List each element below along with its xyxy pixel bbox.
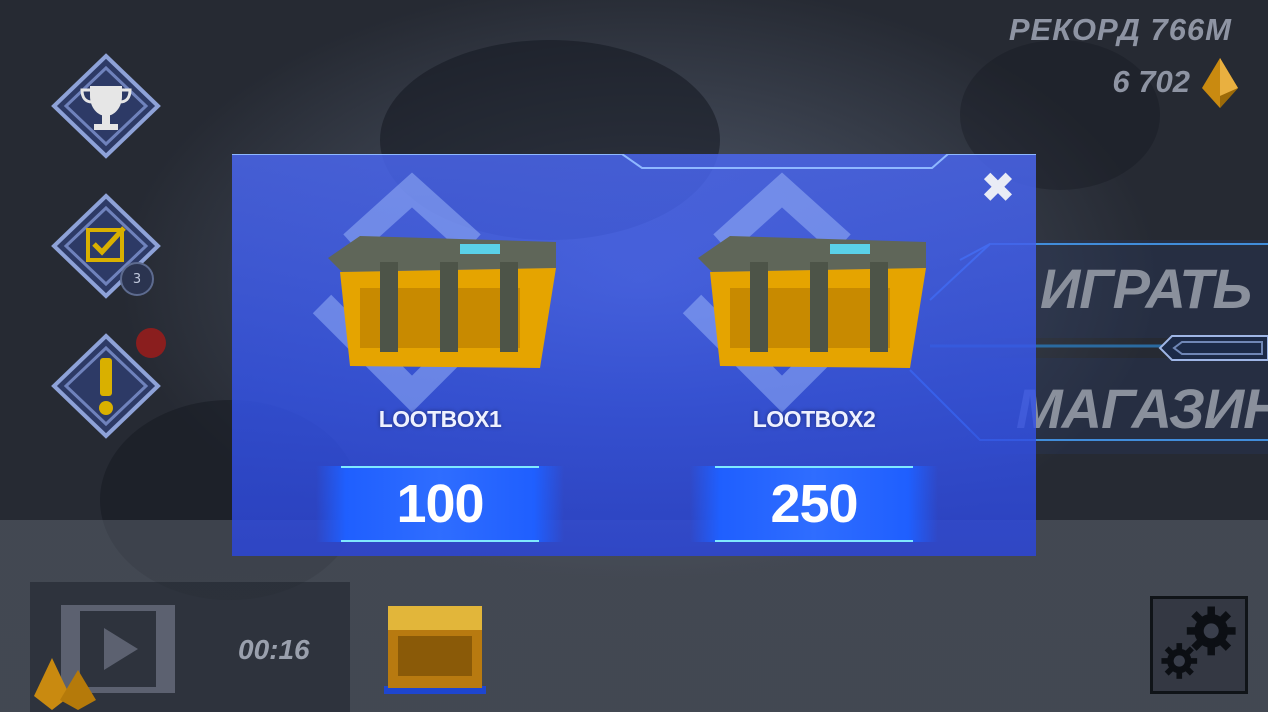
tasks-count-badge: 3 (120, 262, 154, 296)
gear-icon (1161, 606, 1236, 679)
achievements-button[interactable] (50, 52, 162, 160)
menu-divider-handle (1158, 335, 1268, 361)
lootbox-modal: LOOTBOX1 100 LOOTBOX2 250 (232, 154, 1036, 556)
video-timer: 00:16 (238, 634, 310, 665)
settings-button[interactable] (1150, 596, 1248, 694)
buy-lootbox-2-button[interactable]: 250 (690, 466, 938, 542)
notification-dot (136, 328, 166, 358)
record-distance: РЕКОРД 766М (1008, 12, 1232, 47)
lootbox-card-2[interactable]: LOOTBOX2 250 (664, 154, 964, 556)
close-icon[interactable]: ✖ (978, 167, 1018, 209)
lootbox-chest-icon (328, 236, 556, 368)
lootbox-chest-icon (698, 236, 926, 368)
lootbox-name: LOOTBOX2 (752, 406, 876, 432)
crystals-icon (34, 658, 96, 710)
play-button[interactable]: ИГРАТЬ (1040, 256, 1268, 321)
amber-crystal-icon (1202, 58, 1238, 108)
price-label: 250 (770, 474, 858, 534)
price-label: 100 (396, 474, 484, 534)
trophy-icon (51, 53, 161, 159)
lootbox-card-1[interactable]: LOOTBOX1 100 (290, 154, 590, 556)
free-chest-icon[interactable] (380, 596, 490, 696)
shop-button[interactable]: МАГАЗИН (1016, 376, 1268, 441)
buy-lootbox-1-button[interactable]: 100 (316, 466, 564, 542)
coin-count: 6 702 (1112, 64, 1190, 99)
lootbox-name: LOOTBOX1 (378, 406, 502, 432)
